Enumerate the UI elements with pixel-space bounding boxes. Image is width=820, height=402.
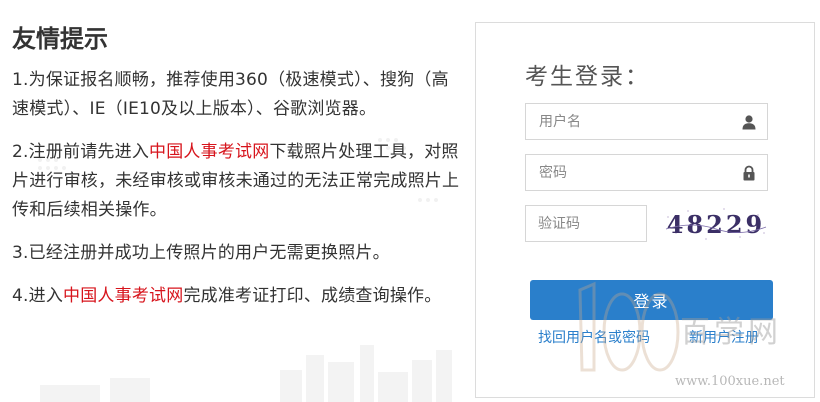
tip-item-4-suffix: 完成准考证打印、成绩查询操作。 (183, 286, 442, 306)
tip-item-2: 2.注册前请先进入中国人事考试网下载照片处理工具，对照片进行审核，未经审核或审核… (12, 138, 464, 225)
tip-item-2-prefix: 2.注册前请先进入 (12, 142, 150, 162)
captcha-image[interactable]: 48229 (662, 203, 770, 245)
login-title: 考生登录： (525, 64, 650, 90)
login-panel: 考生登录： 48229 登录 找回用户名或密码 新用户注册 (475, 22, 815, 398)
tip-item-4-prefix: 4.进入 (12, 286, 64, 306)
tips-title: 友情提示 (12, 25, 108, 53)
user-icon (742, 115, 756, 130)
register-link[interactable]: 新用户注册 (689, 327, 759, 347)
login-button[interactable]: 登录 (530, 280, 773, 320)
tip-item-3-text: 3.已经注册并成功上传照片的用户无需更换照片。 (12, 243, 390, 263)
tip-item-4: 4.进入中国人事考试网完成准考证打印、成绩查询操作。 (12, 282, 464, 311)
captcha-field (525, 205, 647, 242)
username-input[interactable] (526, 104, 767, 139)
lock-icon (743, 165, 755, 181)
captcha-text: 48229 (667, 210, 766, 239)
cpta-link-1[interactable]: 中国人事考试网 (149, 142, 269, 162)
password-field (525, 154, 768, 191)
forgot-credentials-link[interactable]: 找回用户名或密码 (538, 327, 650, 347)
tips-panel: 友情提示 1.为保证报名顺畅，推荐使用360（极速模式）、搜狗（高速模式）、IE… (12, 22, 464, 325)
password-input[interactable] (526, 155, 767, 190)
cpta-link-2[interactable]: 中国人事考试网 (63, 286, 183, 306)
tip-item-1: 1.为保证报名顺畅，推荐使用360（极速模式）、搜狗（高速模式）、IE（IE10… (12, 66, 464, 124)
captcha-input[interactable] (526, 206, 646, 241)
tip-item-3: 3.已经注册并成功上传照片的用户无需更换照片。 (12, 239, 464, 268)
tip-item-1-text: 1.为保证报名顺畅，推荐使用360（极速模式）、搜狗（高速模式）、IE（IE10… (12, 70, 449, 119)
username-field (525, 103, 768, 140)
